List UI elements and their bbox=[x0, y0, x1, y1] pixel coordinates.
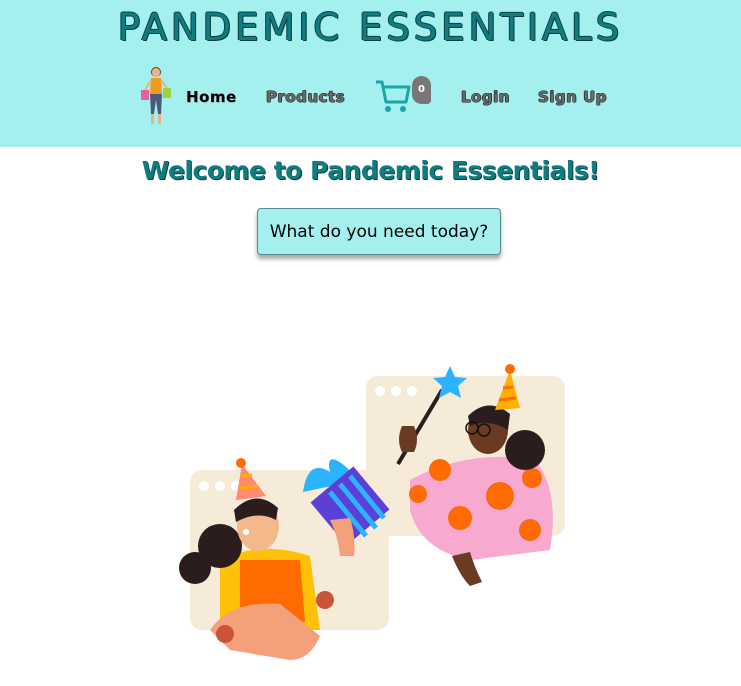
welcome-heading: Welcome to Pandemic Essentials! bbox=[141, 156, 600, 185]
site-title: PANDEMIC ESSENTIALS bbox=[117, 6, 624, 49]
nav-login-link[interactable]: Login bbox=[461, 86, 510, 108]
shopper-woman-icon[interactable] bbox=[139, 64, 173, 128]
what-do-you-need-button[interactable]: What do you need today? bbox=[257, 208, 501, 255]
video-call-party-illustration bbox=[179, 364, 565, 660]
nav-products-link[interactable]: Products bbox=[266, 86, 345, 108]
shopping-cart-icon bbox=[376, 80, 411, 112]
nav-home-link[interactable]: Home bbox=[186, 86, 237, 108]
cart-count-badge: 0 bbox=[412, 76, 431, 104]
cart-button[interactable]: 0 bbox=[374, 76, 432, 116]
site-header: PANDEMIC ESSENTIALS Home Products 0 Logi… bbox=[0, 0, 741, 147]
nav-signup-link[interactable]: Sign Up bbox=[538, 86, 607, 108]
